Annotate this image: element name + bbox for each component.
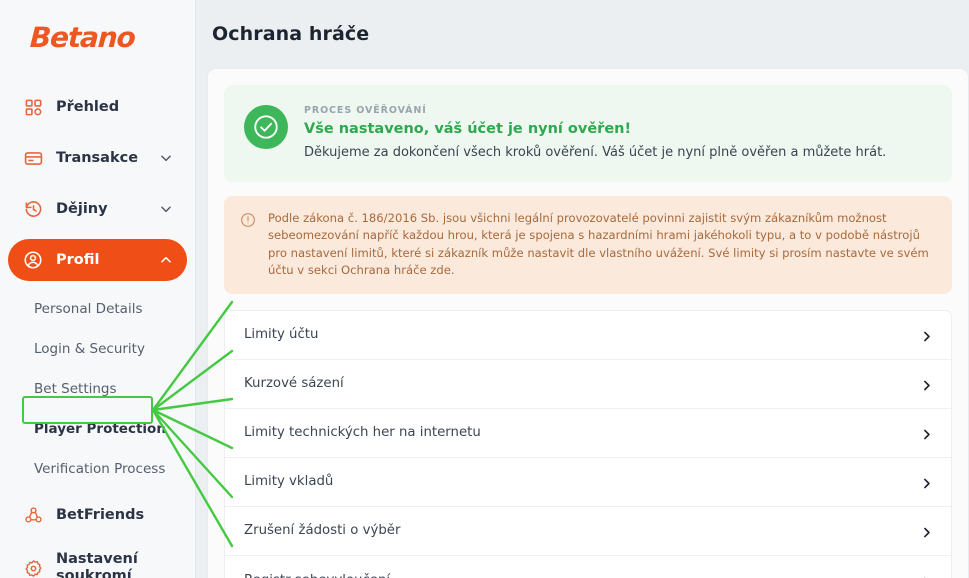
verification-text: Děkujeme za dokončení všech kroků ověřen… — [304, 145, 887, 160]
sidebar-nav: Přehled Transakce Dějiny Profil — [0, 86, 195, 281]
verification-eyebrow: PROCES OVĚŘOVÁNÍ — [304, 105, 427, 116]
page-title: Ochrana hráče — [212, 23, 370, 45]
chevron-right-icon — [920, 377, 933, 391]
verification-success-banner: PROCES OVĚŘOVÁNÍ Vše nastaveno, váš účet… — [224, 85, 952, 182]
sidebar: Betano Přehled Transakce Dějiny Profil P… — [0, 0, 196, 578]
list-item-kurzove-sazeni[interactable]: Kurzové sázení — [225, 359, 951, 409]
sidebar-item-label: Přehled — [56, 98, 120, 115]
sidebar-item-label: Nastavení soukromí — [56, 551, 138, 578]
list-item-label: Registr sebevyloučení — [244, 573, 390, 578]
content-card: PROCES OVĚŘOVÁNÍ Vše nastaveno, váš účet… — [207, 68, 969, 578]
sidebar-item-login-security[interactable]: Login & Security — [8, 334, 187, 364]
list-item-label: Limity vkladů — [244, 474, 334, 490]
chevron-right-icon — [920, 574, 933, 578]
list-item-label: Limity technických her na internetu — [244, 425, 481, 441]
chevron-down-icon[interactable] — [159, 202, 173, 216]
chevron-right-icon — [920, 475, 933, 489]
sidebar-subitem-label: Verification Process — [34, 461, 166, 477]
brand-logo[interactable]: Betano — [0, 0, 195, 86]
chevron-right-icon — [920, 524, 933, 538]
chevron-right-icon — [920, 328, 933, 342]
main-content: Ochrana hráče PROCES OVĚŘOVÁNÍ Vše nasta… — [196, 0, 969, 578]
protection-options-list: Limity účtu Kurzové sázení Limity techni… — [224, 309, 952, 578]
list-item-label: Kurzové sázení — [244, 376, 344, 392]
credit-card-icon — [22, 147, 44, 169]
list-item-limity-technickych-her[interactable]: Limity technických her na internetu — [225, 408, 951, 458]
history-icon — [22, 198, 44, 220]
sidebar-item-label: Profil — [56, 251, 100, 268]
chevron-down-icon[interactable] — [159, 151, 173, 165]
sidebar-bottom-nav: BetFriends Nastavení soukromí — [0, 494, 195, 578]
sidebar-item-profil[interactable]: Profil — [8, 239, 187, 281]
legal-info-text: Podle zákona č. 186/2016 Sb. jsou všichn… — [268, 210, 929, 278]
sidebar-item-dejiny[interactable]: Dějiny — [8, 188, 187, 230]
sidebar-subnav: Personal Details Login & Security Bet Se… — [0, 290, 195, 484]
gear-icon — [22, 557, 44, 578]
list-item-zruseni-zadosti-o-vyber[interactable]: Zrušení žádosti o výběr — [225, 506, 951, 556]
betfriends-icon — [22, 504, 44, 526]
sidebar-item-prehled[interactable]: Přehled — [8, 86, 187, 128]
list-item-limity-uctu[interactable]: Limity účtu — [225, 310, 951, 360]
sidebar-subitem-label: Login & Security — [34, 341, 145, 357]
sidebar-item-label: Dějiny — [56, 200, 108, 217]
info-circle-icon — [240, 212, 256, 228]
sidebar-item-player-protection[interactable]: Player Protection — [8, 414, 187, 444]
sidebar-item-label: Transakce — [56, 149, 139, 166]
sidebar-item-verification-process[interactable]: Verification Process — [8, 454, 187, 484]
verification-success-body: PROCES OVĚŘOVÁNÍ Vše nastaveno, váš účet… — [304, 103, 886, 162]
sidebar-subitem-label: Player Protection — [34, 421, 166, 437]
brand-logo-text: Betano — [29, 21, 136, 54]
list-item-registr-sebevylouceni[interactable]: Registr sebevyloučení — [225, 555, 951, 578]
sidebar-subitem-label: Bet Settings — [34, 381, 117, 397]
list-item-label: Limity účtu — [244, 327, 319, 343]
list-item-limity-vkladu[interactable]: Limity vkladů — [225, 457, 951, 507]
legal-info-banner: Podle zákona č. 186/2016 Sb. jsou všichn… — [224, 195, 952, 294]
sidebar-item-bet-settings[interactable]: Bet Settings — [8, 374, 187, 404]
chevron-up-icon[interactable] — [159, 253, 173, 267]
sidebar-item-nastaveni-soukromi[interactable]: Nastavení soukromí — [8, 545, 187, 578]
sidebar-item-personal-details[interactable]: Personal Details — [8, 294, 187, 324]
check-circle-icon — [244, 105, 288, 149]
verification-title: Vše nastaveno, váš účet je nyní ověřen! — [304, 121, 632, 137]
grid-icon — [22, 96, 44, 118]
sidebar-subitem-label: Personal Details — [34, 301, 143, 317]
sidebar-item-label: BetFriends — [56, 506, 145, 523]
list-item-label: Zrušení žádosti o výběr — [244, 523, 401, 539]
sidebar-item-transakce[interactable]: Transakce — [8, 137, 187, 179]
user-circle-icon — [22, 249, 44, 271]
sidebar-item-betfriends[interactable]: BetFriends — [8, 494, 187, 536]
app-root: Betano Přehled Transakce Dějiny Profil P… — [0, 0, 969, 578]
chevron-right-icon — [920, 426, 933, 440]
page-header: Ochrana hráče — [196, 0, 969, 68]
